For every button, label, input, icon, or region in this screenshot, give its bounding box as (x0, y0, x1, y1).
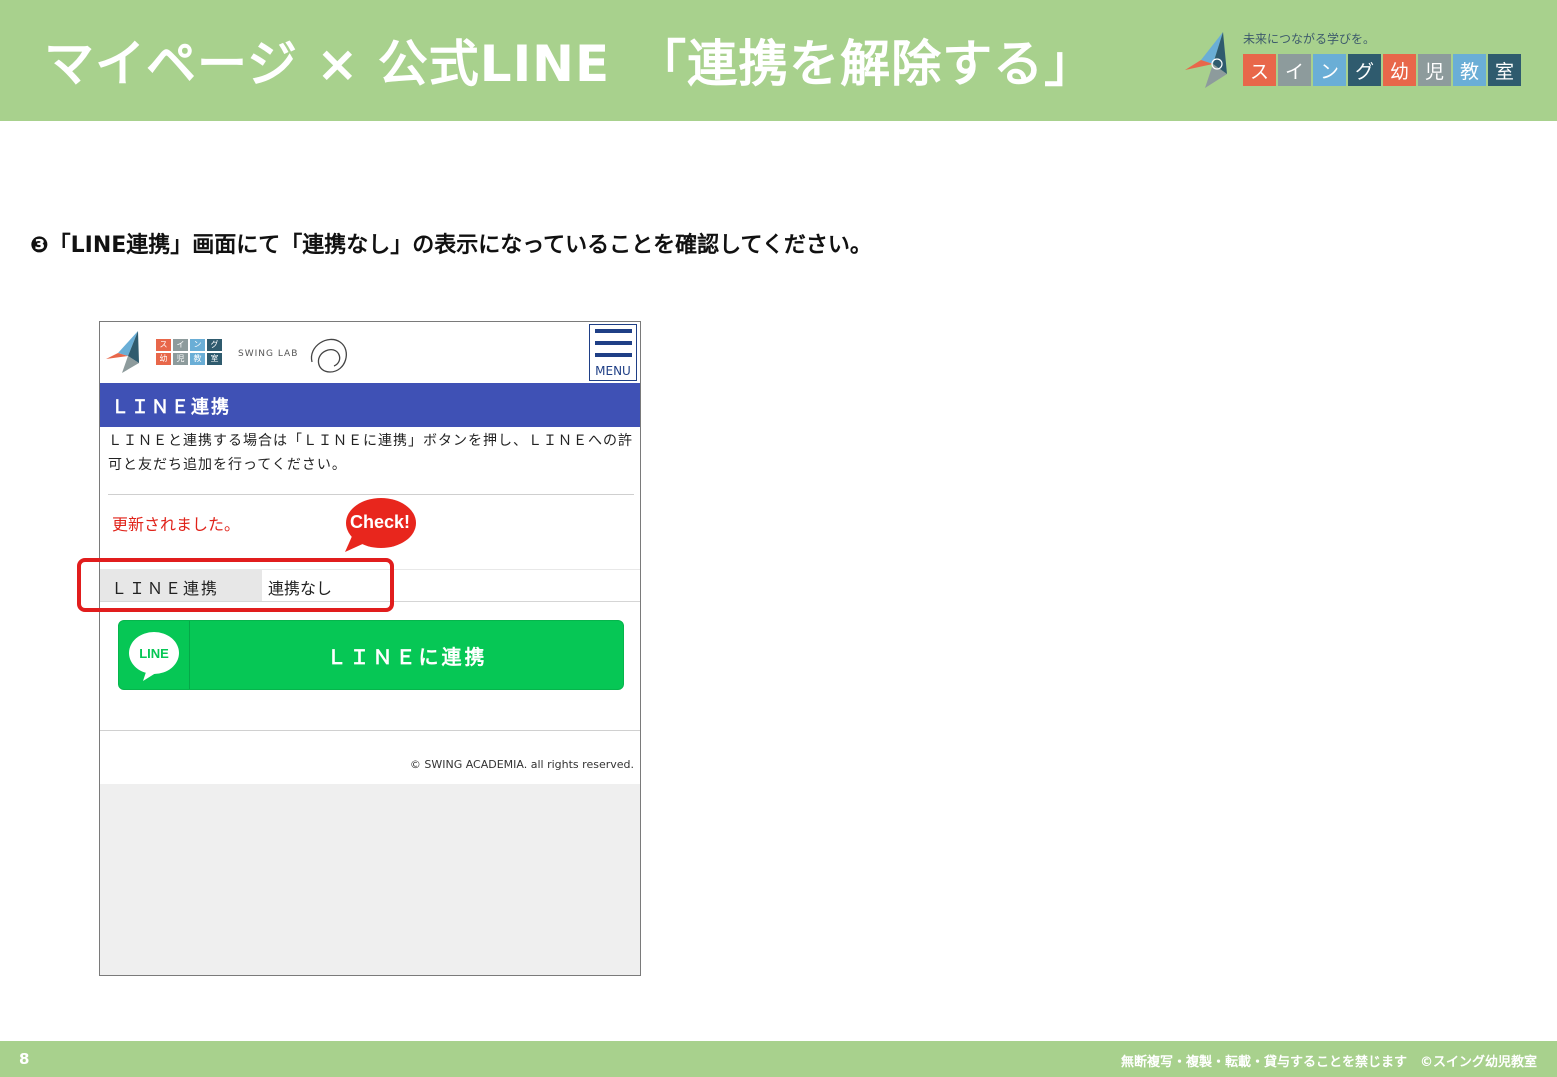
mini-logo-tile: グ (207, 339, 222, 351)
description-text: ＬＩＮＥと連携する場合は「ＬＩＮＥに連携」ボタンを押し、ＬＩＮＥへの許可と友だち… (108, 433, 633, 473)
mini-logo-tiles: スイング幼児教室 (156, 339, 224, 365)
instruction-text: ❸「LINE連携」画面にて「連携なし」の表示になっていることを確認してください。 (30, 233, 872, 258)
slide-header: マイページ × 公式LINE 「連携を解除する」 未来につながる学びを。 スイン… (0, 0, 1557, 121)
divider (108, 494, 634, 495)
brand-tile: ン (1313, 54, 1346, 86)
mini-logo-tile: イ (173, 339, 188, 351)
swing-logo[interactable]: スイング幼児教室 (106, 329, 226, 377)
status-highlight-box (77, 558, 394, 612)
mini-logo-tile: 幼 (156, 353, 171, 365)
brand-tagline: 未来につながる学びを。 (1243, 32, 1376, 46)
line-logo-icon: LINE (129, 632, 179, 681)
page-number: 8 (19, 1050, 30, 1068)
brand-tile: イ (1278, 54, 1311, 86)
phone-screenshot: スイング幼児教室 SWING LAB MENU ＬＩＮＥ連携 ＬＩＮＥと連携する… (99, 321, 641, 976)
brand-tile: 教 (1453, 54, 1486, 86)
brand-tile: ス (1243, 54, 1276, 86)
brand-tile: グ (1348, 54, 1381, 86)
section-bar: ＬＩＮＥ連携 (100, 383, 640, 427)
line-icon-text: LINE (139, 646, 169, 661)
swing-lab-mark-icon (310, 338, 347, 373)
line-connect-label: ＬＩＮＥに連携 (326, 645, 488, 669)
section-title: ＬＩＮＥ連携 (111, 397, 231, 418)
brand-tiles: スイング幼児教室 (1243, 54, 1521, 86)
check-label: Check! (349, 512, 411, 532)
copyright-notice: 無断複写・複製・転載・貸与することを禁じます ©スイング幼児教室 (1120, 1055, 1537, 1070)
brand-tile: 幼 (1383, 54, 1416, 86)
origami-bird-icon (1185, 32, 1227, 88)
brand-tile: 室 (1488, 54, 1521, 86)
empty-area (100, 784, 640, 975)
copyright-text: © SWING ACADEMIA. all rights reserved. (409, 758, 634, 771)
slide-title: マイページ × 公式LINE 「連携を解除する」 (44, 35, 1096, 93)
mini-logo-tile: 児 (173, 353, 188, 365)
line-connect-button[interactable]: LINE ＬＩＮＥに連携 (118, 620, 624, 690)
mini-logo-tile: 教 (190, 353, 205, 365)
mini-logo-tile: 室 (207, 353, 222, 365)
menu-label: MENU (595, 364, 631, 378)
menu-button[interactable]: MENU (589, 324, 637, 381)
hamburger-icon (595, 329, 632, 333)
updated-message: 更新されました。 (112, 515, 241, 534)
mini-logo-tile: ス (156, 339, 171, 351)
phone-header: スイング幼児教室 SWING LAB MENU (100, 322, 640, 383)
brand-logo: 未来につながる学びを。 スイング幼児教室 (1183, 28, 1523, 94)
origami-bird-icon (106, 331, 139, 373)
slide-footer: 8 無断複写・複製・転載・貸与することを禁じます ©スイング幼児教室 (0, 1041, 1557, 1077)
mini-logo-tile: ン (190, 339, 205, 351)
divider (100, 730, 640, 731)
swing-lab-text: SWING LAB (238, 349, 299, 359)
brand-tile: 児 (1418, 54, 1451, 86)
